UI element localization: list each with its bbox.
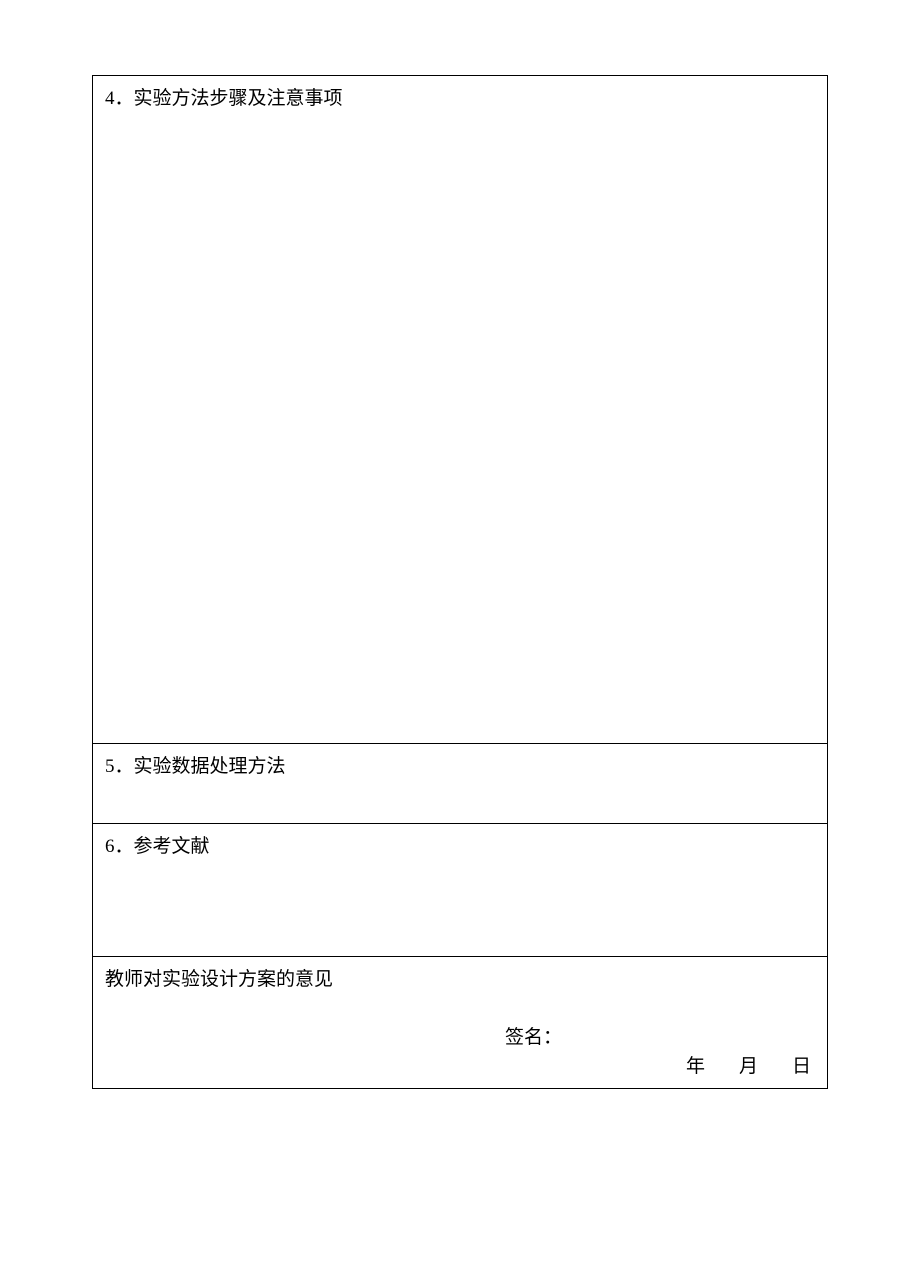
year-label: 年 <box>686 1052 705 1082</box>
signature-label: 签名： <box>505 1023 562 1053</box>
section-4-heading: 4．实验方法步骤及注意事项 <box>105 88 343 109</box>
month-label: 月 <box>739 1052 758 1082</box>
section-teacher-opinion: 教师对实验设计方案的意见 签名： 年 月 日 <box>92 957 828 1089</box>
section-5-data-processing: 5．实验数据处理方法 <box>92 744 828 824</box>
section-6-heading: 6．参考文献 <box>105 836 210 857</box>
section-6-references: 6．参考文献 <box>92 824 828 957</box>
section-4-methods: 4．实验方法步骤及注意事项 <box>92 75 828 744</box>
date-line: 年月日 <box>686 1052 811 1082</box>
form-table: 4．实验方法步骤及注意事项 5．实验数据处理方法 6．参考文献 教师对实验设计方… <box>92 75 828 1089</box>
teacher-opinion-heading: 教师对实验设计方案的意见 <box>105 969 333 990</box>
section-5-heading: 5．实验数据处理方法 <box>105 756 286 777</box>
day-label: 日 <box>792 1052 811 1082</box>
